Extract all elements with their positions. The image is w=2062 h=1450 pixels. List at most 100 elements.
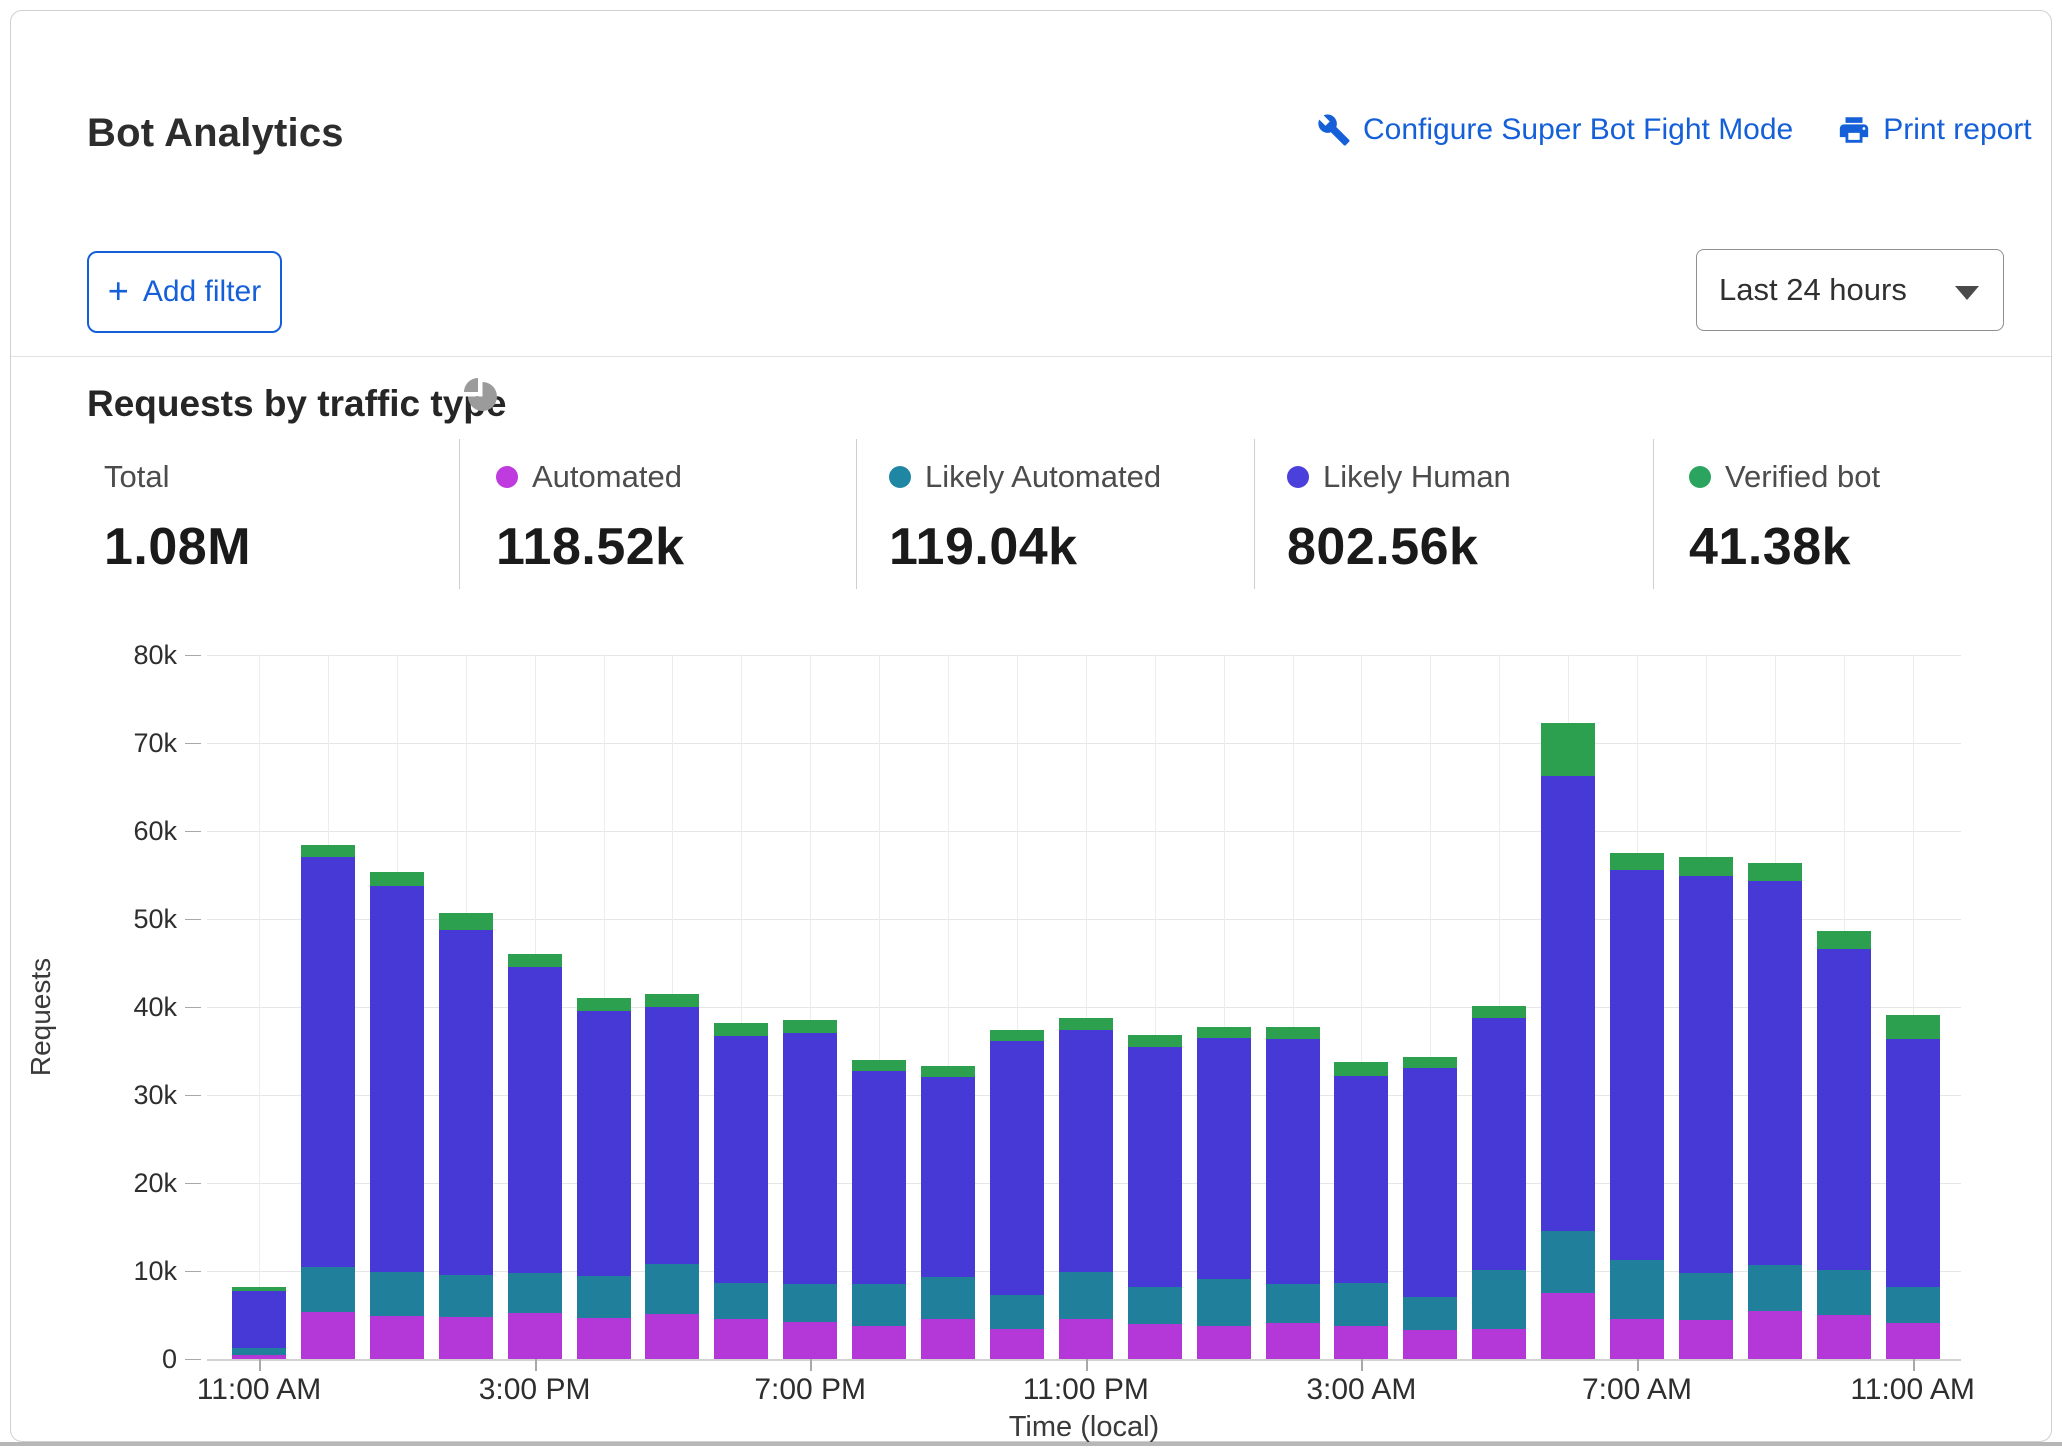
bar-segment-automated[interactable] [1886, 1323, 1940, 1359]
bar-segment-likely-human[interactable] [1472, 1018, 1526, 1271]
bar-segment-verified-bot[interactable] [852, 1060, 906, 1071]
bar-segment-automated[interactable] [1817, 1315, 1871, 1359]
bar-segment-automated[interactable] [1197, 1326, 1251, 1359]
bar-segment-verified-bot[interactable] [1886, 1015, 1940, 1039]
bar-segment-likely-human[interactable] [1266, 1039, 1320, 1285]
bar-segment-automated[interactable] [921, 1319, 975, 1359]
bar-segment-likely-human[interactable] [921, 1077, 975, 1278]
bar-segment-verified-bot[interactable] [1334, 1062, 1388, 1075]
bar-segment-likely-human[interactable] [1886, 1039, 1940, 1287]
bar-segment-likely-automated[interactable] [1472, 1270, 1526, 1329]
bar-segment-likely-human[interactable] [232, 1291, 286, 1348]
bar-segment-automated[interactable] [990, 1329, 1044, 1359]
bar-segment-likely-human[interactable] [508, 967, 562, 1273]
bar-segment-likely-automated[interactable] [370, 1272, 424, 1316]
bar-segment-automated[interactable] [1334, 1326, 1388, 1359]
bar-segment-automated[interactable] [1610, 1319, 1664, 1359]
bar-segment-likely-human[interactable] [645, 1007, 699, 1264]
bar-segment-automated[interactable] [714, 1319, 768, 1359]
bar-segment-automated[interactable] [1403, 1330, 1457, 1359]
bar-segment-verified-bot[interactable] [577, 998, 631, 1011]
bar-segment-verified-bot[interactable] [990, 1030, 1044, 1041]
bar-segment-likely-human[interactable] [714, 1036, 768, 1283]
x-axis-tick-label: 3:00 PM [425, 1373, 645, 1409]
bar-segment-verified-bot[interactable] [921, 1066, 975, 1077]
bar-segment-automated[interactable] [1128, 1324, 1182, 1359]
bar-segment-likely-automated[interactable] [990, 1295, 1044, 1329]
bar-segment-automated[interactable] [783, 1322, 837, 1359]
bar-segment-verified-bot[interactable] [1266, 1027, 1320, 1038]
bar-segment-likely-automated[interactable] [1197, 1279, 1251, 1326]
bar-segment-verified-bot[interactable] [645, 994, 699, 1007]
bar-segment-likely-automated[interactable] [645, 1264, 699, 1314]
bar-segment-likely-human[interactable] [1059, 1030, 1113, 1272]
bar-segment-likely-human[interactable] [577, 1011, 631, 1276]
bar-segment-likely-human[interactable] [1610, 870, 1664, 1261]
bar-segment-automated[interactable] [1679, 1320, 1733, 1359]
bar-segment-likely-automated[interactable] [921, 1277, 975, 1318]
bar-segment-automated[interactable] [1472, 1329, 1526, 1359]
bar-segment-verified-bot[interactable] [1472, 1006, 1526, 1017]
bar-segment-likely-automated[interactable] [1817, 1270, 1871, 1315]
bar-segment-automated[interactable] [370, 1316, 424, 1359]
bar-segment-likely-human[interactable] [1334, 1076, 1388, 1284]
bar-segment-automated[interactable] [1748, 1311, 1802, 1359]
bar-segment-likely-automated[interactable] [439, 1275, 493, 1316]
bar-segment-likely-human[interactable] [1679, 876, 1733, 1273]
bar-segment-likely-human[interactable] [1541, 776, 1595, 1232]
bar-segment-likely-human[interactable] [1817, 949, 1871, 1270]
bar-segment-automated[interactable] [645, 1314, 699, 1359]
bar-segment-likely-human[interactable] [852, 1071, 906, 1284]
bar-segment-likely-automated[interactable] [1128, 1287, 1182, 1324]
bar-segment-verified-bot[interactable] [232, 1287, 286, 1291]
bar-segment-verified-bot[interactable] [1679, 857, 1733, 876]
bar-segment-likely-automated[interactable] [508, 1273, 562, 1313]
bar-segment-automated[interactable] [439, 1317, 493, 1359]
bar-segment-likely-human[interactable] [1128, 1047, 1182, 1287]
bar-segment-verified-bot[interactable] [508, 954, 562, 966]
bar-segment-likely-human[interactable] [783, 1033, 837, 1284]
bar-segment-verified-bot[interactable] [1748, 863, 1802, 881]
bar-segment-likely-human[interactable] [1403, 1068, 1457, 1297]
bar-segment-likely-automated[interactable] [783, 1284, 837, 1322]
bar-segment-likely-automated[interactable] [1266, 1284, 1320, 1323]
bar-segment-verified-bot[interactable] [1403, 1057, 1457, 1068]
bar-segment-likely-automated[interactable] [232, 1348, 286, 1355]
bar-segment-likely-human[interactable] [301, 857, 355, 1266]
bar-segment-likely-automated[interactable] [714, 1283, 768, 1319]
bar-segment-likely-automated[interactable] [852, 1284, 906, 1325]
bar-segment-verified-bot[interactable] [439, 913, 493, 930]
bar-segment-automated[interactable] [508, 1313, 562, 1359]
bar-segment-verified-bot[interactable] [370, 872, 424, 886]
bar-segment-verified-bot[interactable] [1610, 853, 1664, 870]
bar-segment-likely-human[interactable] [370, 886, 424, 1271]
bar-segment-likely-human[interactable] [1748, 881, 1802, 1265]
bar-segment-likely-automated[interactable] [1541, 1231, 1595, 1293]
bar-segment-likely-human[interactable] [439, 930, 493, 1276]
bar-segment-likely-automated[interactable] [1679, 1273, 1733, 1321]
bar-segment-likely-automated[interactable] [1886, 1287, 1940, 1323]
bar-segment-automated[interactable] [1266, 1323, 1320, 1359]
bar-segment-verified-bot[interactable] [783, 1020, 837, 1033]
bar-segment-verified-bot[interactable] [1059, 1018, 1113, 1030]
bar-segment-likely-automated[interactable] [577, 1276, 631, 1317]
bar-segment-verified-bot[interactable] [1128, 1035, 1182, 1046]
bar-segment-likely-human[interactable] [990, 1041, 1044, 1294]
bar-segment-likely-automated[interactable] [1059, 1272, 1113, 1319]
bar-segment-likely-automated[interactable] [1403, 1297, 1457, 1330]
bar-segment-likely-automated[interactable] [1748, 1265, 1802, 1311]
bar-segment-automated[interactable] [852, 1326, 906, 1359]
bar-segment-verified-bot[interactable] [1541, 723, 1595, 776]
bar-segment-verified-bot[interactable] [301, 845, 355, 857]
bar-segment-verified-bot[interactable] [1817, 931, 1871, 949]
bar-segment-verified-bot[interactable] [1197, 1027, 1251, 1038]
bar-segment-likely-automated[interactable] [1610, 1260, 1664, 1318]
bar-segment-likely-human[interactable] [1197, 1038, 1251, 1279]
bar-segment-automated[interactable] [301, 1312, 355, 1359]
bar-segment-likely-automated[interactable] [1334, 1283, 1388, 1326]
bar-segment-automated[interactable] [577, 1318, 631, 1359]
bar-segment-verified-bot[interactable] [714, 1023, 768, 1036]
bar-segment-likely-automated[interactable] [301, 1267, 355, 1313]
bar-segment-automated[interactable] [1541, 1293, 1595, 1359]
bar-segment-automated[interactable] [1059, 1319, 1113, 1359]
